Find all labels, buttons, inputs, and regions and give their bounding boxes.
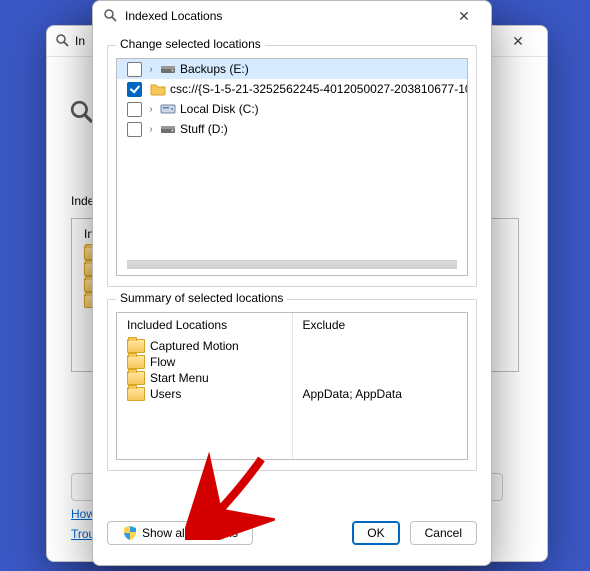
tree-item-label: Stuff (D:) bbox=[180, 122, 228, 136]
included-label: Flow bbox=[150, 355, 175, 369]
exclude-row: AppData; AppData bbox=[301, 386, 460, 402]
show-all-locations-label: Show all locations bbox=[142, 526, 238, 540]
folder-icon bbox=[150, 81, 166, 97]
location-checkbox[interactable] bbox=[127, 102, 142, 117]
locations-tree[interactable]: › Backups (E:) csc://{S-1-5-21-3252562245-… bbox=[116, 58, 468, 276]
exclude-label bbox=[303, 339, 306, 353]
ok-label: OK bbox=[367, 526, 384, 540]
tree-item-label: Backups (E:) bbox=[180, 62, 249, 76]
ok-button[interactable]: OK bbox=[352, 521, 399, 545]
folder-icon bbox=[127, 339, 145, 353]
included-row[interactable]: Flow bbox=[125, 354, 284, 370]
exclude-row bbox=[301, 338, 460, 354]
local-icon bbox=[160, 101, 176, 117]
fg-titlebar: Indexed Locations ✕ bbox=[93, 1, 491, 31]
show-all-locations-button[interactable]: Show all locations bbox=[107, 521, 253, 545]
folder-icon bbox=[127, 387, 145, 401]
search-icon bbox=[103, 8, 119, 24]
horizontal-scrollbar[interactable] bbox=[127, 260, 457, 269]
cancel-button[interactable]: Cancel bbox=[410, 521, 477, 545]
summary-list[interactable]: Included Locations Captured Motion Flow St… bbox=[116, 312, 468, 460]
exclude-row bbox=[301, 354, 460, 370]
tree-row[interactable]: csc://{S-1-5-21-3252562245-4012050027-20… bbox=[117, 79, 467, 99]
location-checkbox[interactable] bbox=[127, 122, 142, 137]
folder-icon bbox=[127, 371, 145, 385]
cancel-label: Cancel bbox=[425, 526, 462, 540]
search-icon bbox=[55, 33, 71, 49]
locations-group-label: Change selected locations bbox=[116, 37, 265, 51]
included-label: Start Menu bbox=[150, 371, 209, 385]
indexed-locations-dialog: Indexed Locations ✕ Change selected loca… bbox=[92, 0, 492, 566]
location-checkbox[interactable] bbox=[127, 82, 142, 97]
bg-close-button[interactable]: ✕ bbox=[497, 27, 539, 55]
exclude-label: AppData; AppData bbox=[303, 387, 402, 401]
tree-row[interactable]: › Backups (E:) bbox=[117, 59, 467, 79]
expand-chevron-icon[interactable]: › bbox=[146, 124, 156, 135]
tree-row[interactable]: › Local Disk (C:) bbox=[117, 99, 467, 119]
exclude-label bbox=[303, 371, 306, 385]
included-row[interactable]: Captured Motion bbox=[125, 338, 284, 354]
fg-window-title: Indexed Locations bbox=[119, 9, 443, 23]
drive-icon bbox=[160, 121, 176, 137]
fg-close-button[interactable]: ✕ bbox=[443, 3, 485, 29]
exclude-row bbox=[301, 370, 460, 386]
locations-group: Change selected locations ›Backups (E:)c… bbox=[107, 45, 477, 287]
included-row[interactable]: Start Menu bbox=[125, 370, 284, 386]
expand-chevron-icon[interactable]: › bbox=[146, 104, 156, 115]
tree-item-label: csc://{S-1-5-21-3252562245-4012050027-20… bbox=[170, 82, 468, 96]
included-column-header: Included Locations bbox=[125, 317, 284, 338]
summary-group-label: Summary of selected locations bbox=[116, 291, 287, 305]
included-row[interactable]: Users bbox=[125, 386, 284, 402]
included-label: Captured Motion bbox=[150, 339, 239, 353]
location-checkbox[interactable] bbox=[127, 62, 142, 77]
folder-icon bbox=[127, 355, 145, 369]
exclude-column-header: Exclude bbox=[301, 317, 460, 338]
tree-row[interactable]: › Stuff (D:) bbox=[117, 119, 467, 139]
summary-group: Summary of selected locations Included L… bbox=[107, 299, 477, 471]
uac-shield-icon bbox=[122, 525, 138, 541]
drive-icon bbox=[160, 61, 176, 77]
tree-item-label: Local Disk (C:) bbox=[180, 102, 259, 116]
included-label: Users bbox=[150, 387, 181, 401]
expand-chevron-icon[interactable]: › bbox=[146, 64, 156, 75]
exclude-label bbox=[303, 355, 306, 369]
